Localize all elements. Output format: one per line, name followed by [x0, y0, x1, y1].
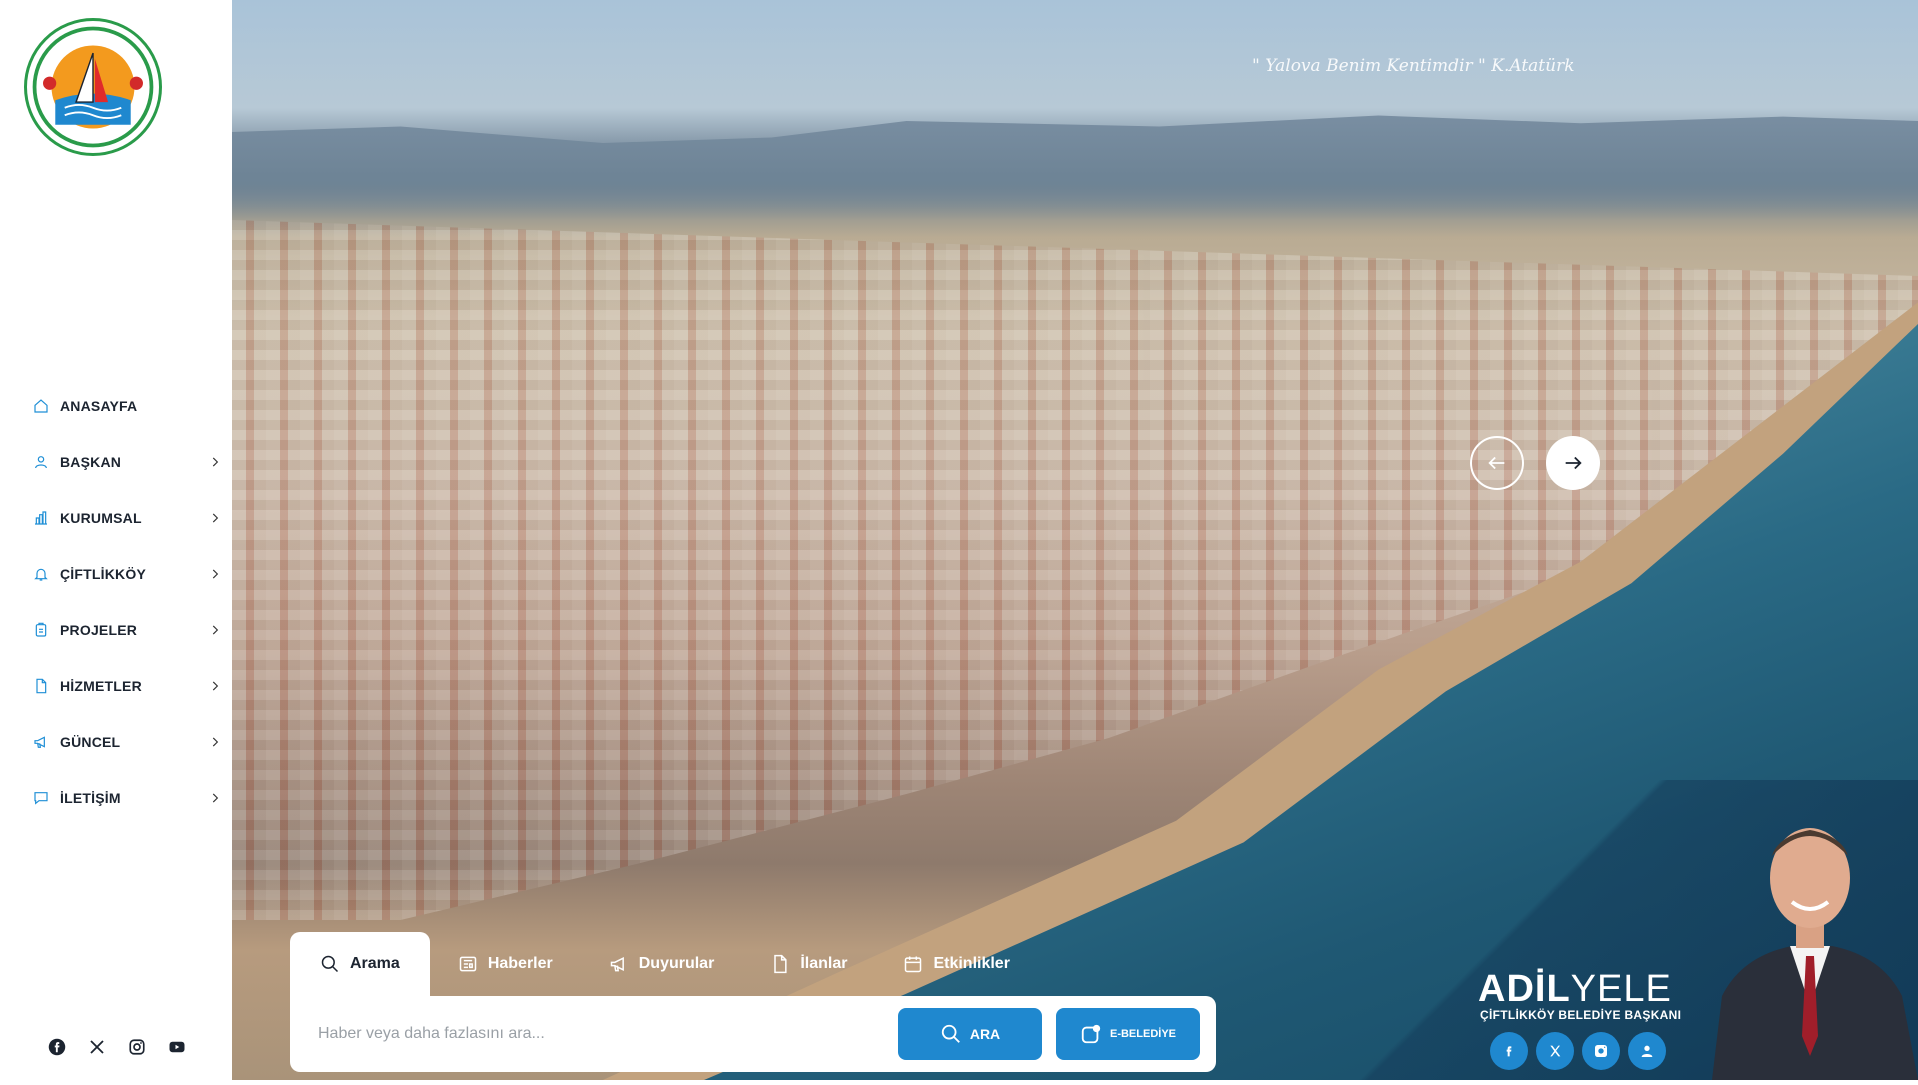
facebook-icon[interactable]: [1490, 1032, 1528, 1070]
logo-emblem-icon: [27, 21, 159, 153]
megaphone-icon: [32, 733, 50, 751]
tab-etkinlikler[interactable]: Etkinlikler: [875, 932, 1037, 996]
sidebar: ANASAYFA BAŞKAN KURUMSAL ÇİFTLİKKÖY PROJ…: [0, 0, 232, 1080]
clipboard-icon: [32, 621, 50, 639]
mayor-photo: [1702, 806, 1918, 1080]
nav-item-hizmetler[interactable]: HİZMETLER: [32, 658, 222, 714]
nav-item-baskan[interactable]: BAŞKAN: [32, 434, 222, 490]
arrow-left-icon: [1486, 452, 1508, 474]
chevron-right-icon: [208, 567, 222, 581]
nav-item-anasayfa[interactable]: ANASAYFA: [32, 378, 222, 434]
nav-item-label: BAŞKAN: [60, 454, 208, 470]
x-icon[interactable]: [88, 1038, 106, 1056]
mayor-social-links: [1490, 1032, 1666, 1070]
nav-item-label: HİZMETLER: [60, 678, 208, 694]
tab-arama[interactable]: Arama: [290, 932, 430, 996]
nav-item-kurumsal[interactable]: KURUMSAL: [32, 490, 222, 546]
search-icon: [940, 1023, 962, 1045]
document-icon: [770, 954, 790, 974]
nav-item-projeler[interactable]: PROJELER: [32, 602, 222, 658]
search-tabs: Arama Haberler Duyurular İlanlar Etkinli…: [290, 932, 1038, 996]
tab-label: Etkinlikler: [933, 955, 1009, 973]
main-nav: ANASAYFA BAŞKAN KURUMSAL ÇİFTLİKKÖY PROJ…: [32, 378, 222, 826]
tab-haberler[interactable]: Haberler: [430, 932, 581, 996]
search-button-label: ARA: [970, 1026, 1000, 1042]
chevron-right-icon: [208, 455, 222, 469]
nav-item-label: KURUMSAL: [60, 510, 208, 526]
tab-label: Duyurular: [639, 955, 715, 973]
tab-duyurular[interactable]: Duyurular: [581, 932, 743, 996]
tab-label: İlanlar: [800, 955, 847, 973]
mayor-title: ÇİFTLİKKÖY BELEDİYE BAŞKANI: [1480, 1008, 1681, 1022]
notification-icon: [1080, 1023, 1102, 1045]
megaphone-icon: [609, 954, 629, 974]
bell-icon: [32, 565, 50, 583]
instagram-icon[interactable]: [128, 1038, 146, 1056]
tab-ilanlar[interactable]: İlanlar: [742, 932, 875, 996]
youtube-icon[interactable]: [168, 1038, 186, 1056]
facebook-icon[interactable]: [48, 1038, 66, 1056]
search-input[interactable]: [318, 1025, 884, 1043]
nav-item-label: İLETİŞİM: [60, 790, 208, 806]
nav-item-label: PROJELER: [60, 622, 208, 638]
document-icon: [32, 677, 50, 695]
calendar-icon: [903, 954, 923, 974]
search-button[interactable]: ARA: [898, 1008, 1042, 1060]
nav-item-label: ANASAYFA: [60, 398, 222, 414]
home-icon: [32, 397, 50, 415]
municipality-logo[interactable]: [24, 18, 162, 156]
arrow-right-icon: [1562, 452, 1584, 474]
sidebar-social-links: [48, 1038, 186, 1056]
chevron-right-icon: [208, 791, 222, 805]
chevron-right-icon: [208, 511, 222, 525]
nav-item-label: GÜNCEL: [60, 734, 208, 750]
chevron-right-icon: [208, 623, 222, 637]
mayor-last-name: YELE: [1571, 968, 1672, 1010]
tab-label: Arama: [350, 955, 400, 973]
chevron-right-icon: [208, 735, 222, 749]
hero-hills: [232, 110, 1918, 220]
search-icon: [320, 954, 340, 974]
newspaper-icon: [458, 954, 478, 974]
tab-label: Haberler: [488, 955, 553, 973]
nav-item-guncel[interactable]: GÜNCEL: [32, 714, 222, 770]
slider-arrows: [1470, 436, 1600, 490]
user-icon[interactable]: [1628, 1032, 1666, 1070]
user-icon: [32, 453, 50, 471]
instagram-icon[interactable]: [1582, 1032, 1620, 1070]
mayor-first-name: ADİL: [1478, 968, 1571, 1010]
slider-next-button[interactable]: [1546, 436, 1600, 490]
mayor-name: ADİLYELE: [1478, 968, 1672, 1011]
search-box: ARA E-BELEDİYE: [290, 996, 1216, 1072]
nav-item-label: ÇİFTLİKKÖY: [60, 566, 208, 582]
ebelediye-button[interactable]: E-BELEDİYE: [1056, 1008, 1200, 1060]
slider-prev-button[interactable]: [1470, 436, 1524, 490]
ataturk-quote: " Yalova Benim Kentimdir " K.Atatürk: [1252, 56, 1575, 76]
chat-icon: [32, 789, 50, 807]
building-icon: [32, 509, 50, 527]
nav-item-ciftlikkoy[interactable]: ÇİFTLİKKÖY: [32, 546, 222, 602]
chevron-right-icon: [208, 679, 222, 693]
x-icon[interactable]: [1536, 1032, 1574, 1070]
ebelediye-button-label: E-BELEDİYE: [1110, 1028, 1176, 1040]
nav-item-iletisim[interactable]: İLETİŞİM: [32, 770, 222, 826]
